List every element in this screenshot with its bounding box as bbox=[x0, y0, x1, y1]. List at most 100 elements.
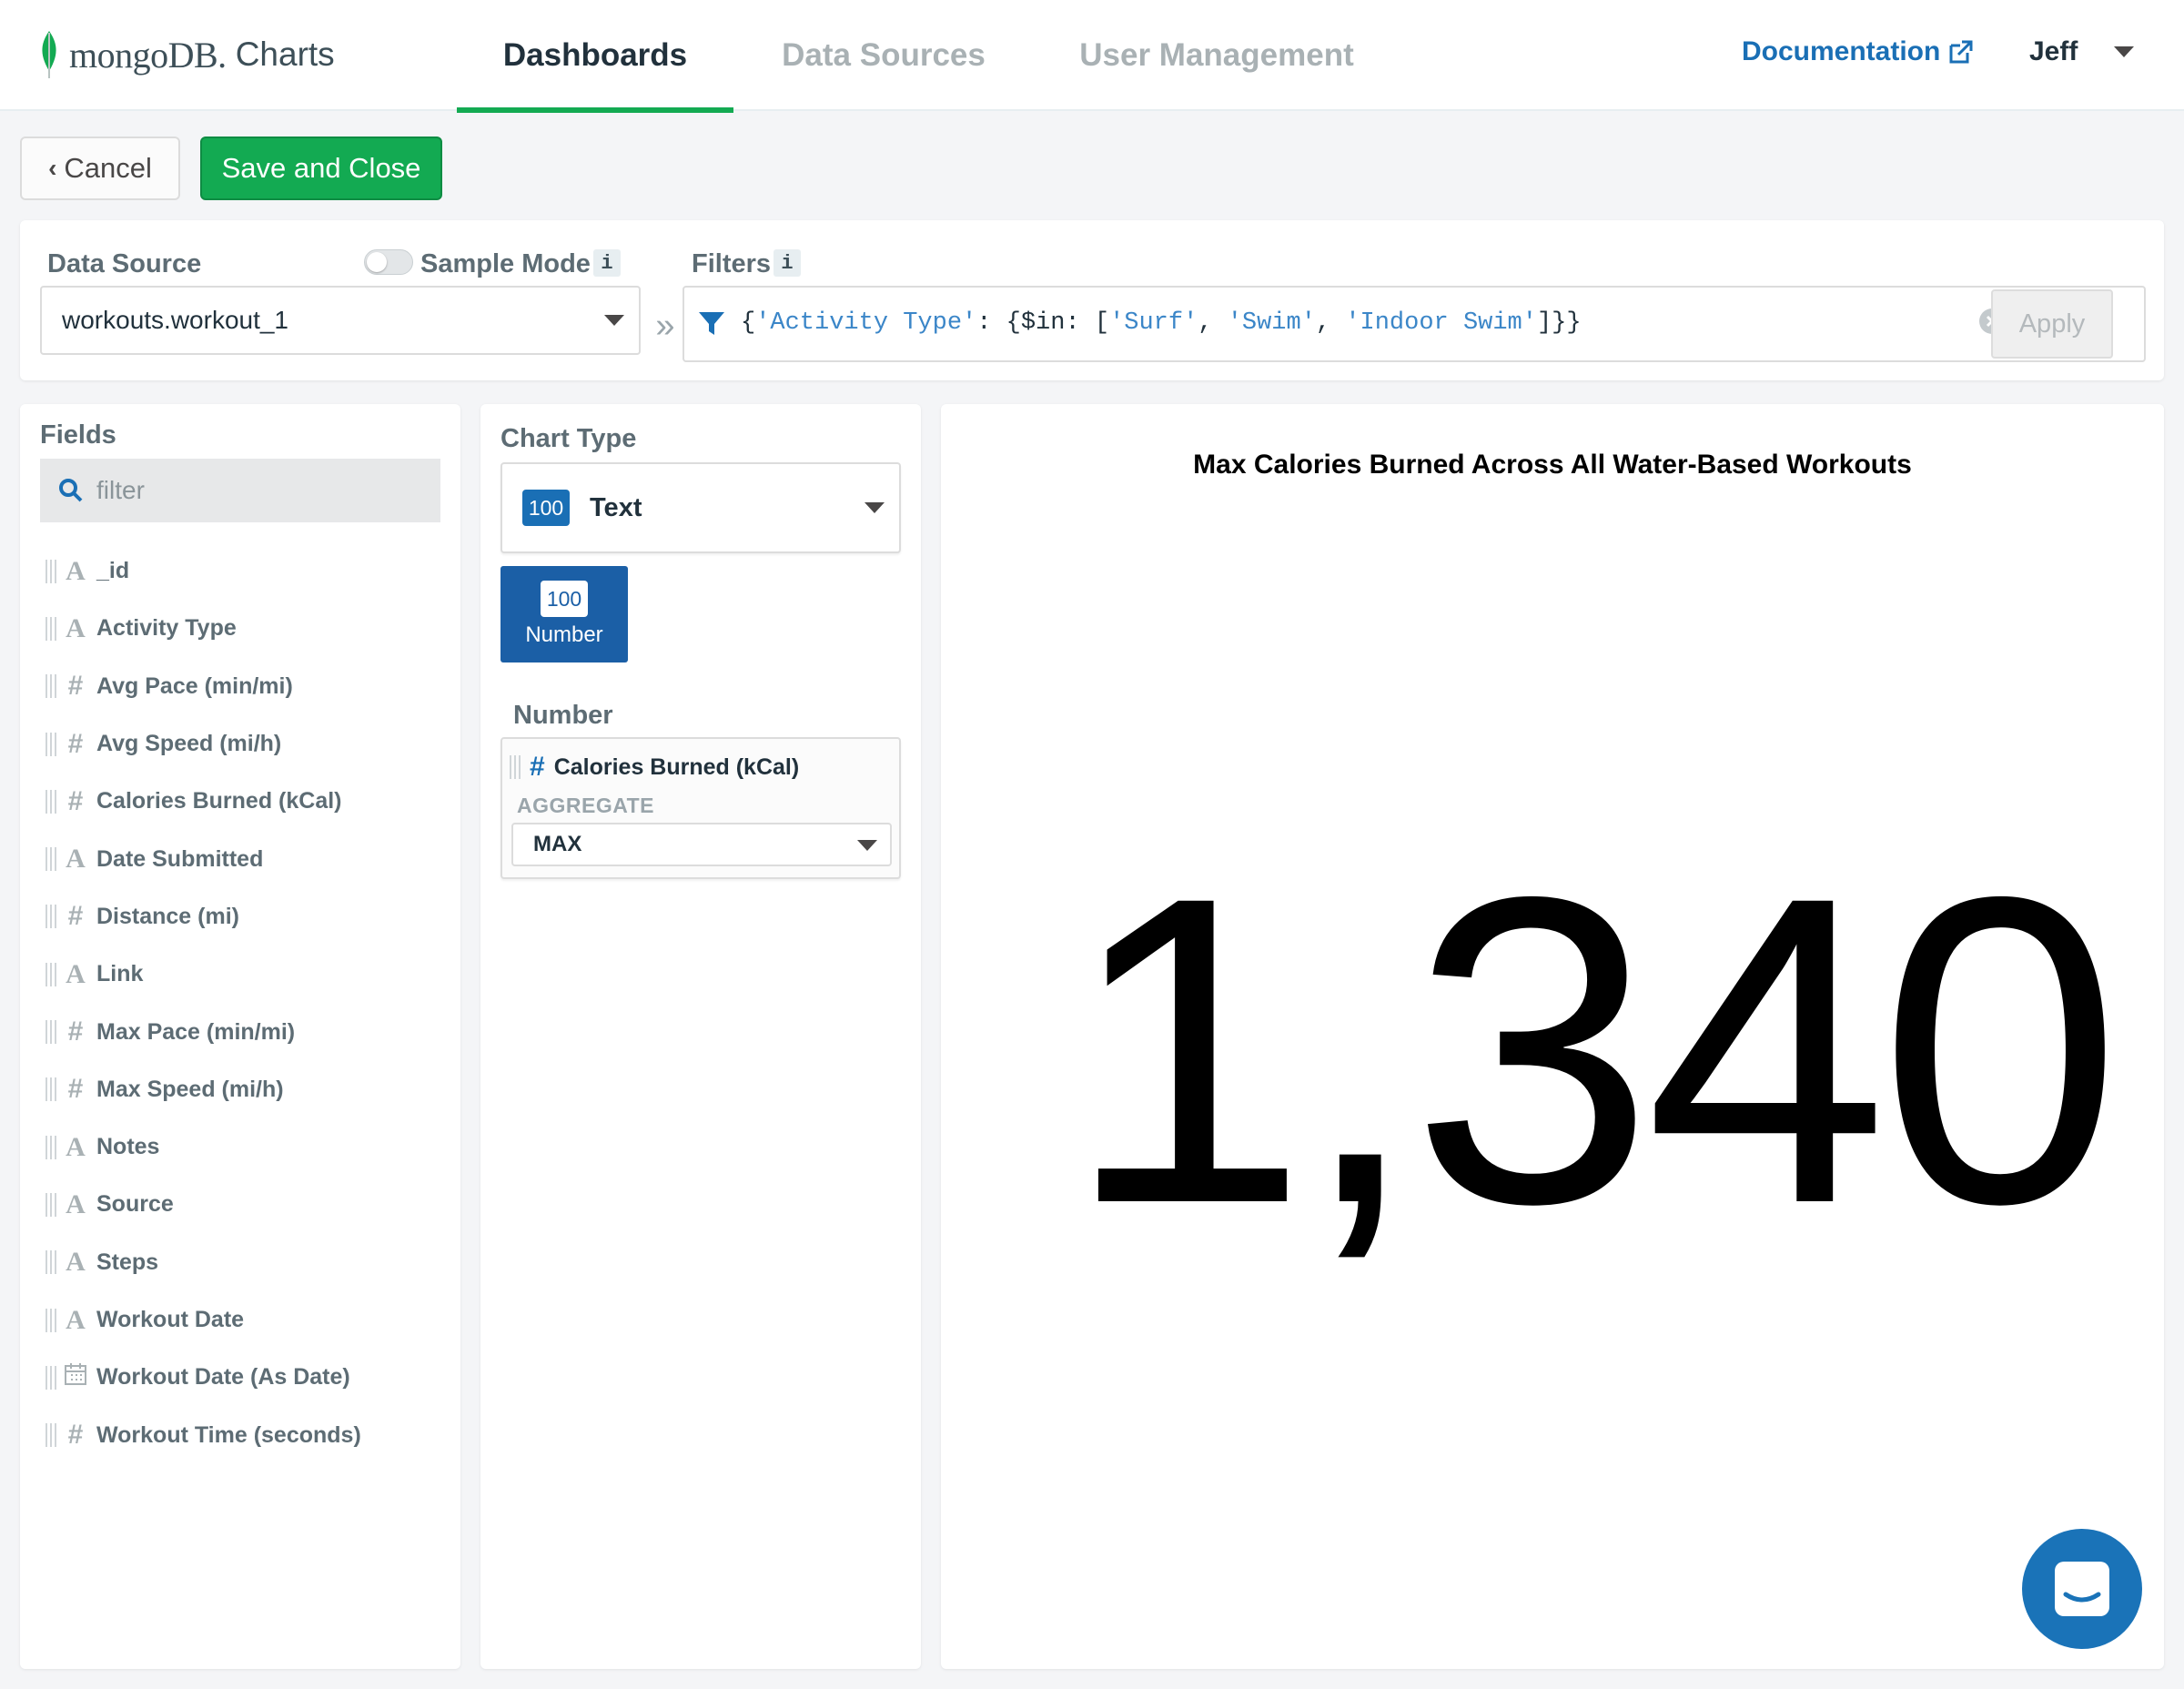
field-label: Avg Speed (mi/h) bbox=[96, 731, 282, 757]
tab-data-sources[interactable]: Data Sources bbox=[761, 0, 1006, 111]
save-label: Save and Close bbox=[221, 152, 421, 184]
data-source-panel: Data Source Sample Mode i workouts.worko… bbox=[20, 220, 2164, 380]
field-item[interactable]: A Link bbox=[46, 946, 446, 1003]
field-item[interactable]: # Workout Time (seconds) bbox=[46, 1406, 446, 1463]
apply-button[interactable]: Apply bbox=[1991, 289, 2113, 359]
string-field-icon: A bbox=[66, 844, 86, 875]
chart-preview: Max Calories Burned Across All Water-Bas… bbox=[941, 404, 2164, 1669]
field-label: Workout Date bbox=[96, 1307, 245, 1332]
field-label: Calories Burned (kCal) bbox=[96, 788, 342, 814]
string-field-icon: A bbox=[66, 555, 86, 586]
drag-handle-icon[interactable] bbox=[46, 559, 56, 583]
field-item[interactable]: # Max Speed (mi/h) bbox=[46, 1061, 446, 1118]
data-source-select[interactable]: workouts.workout_1 bbox=[40, 286, 641, 355]
chat-icon bbox=[2055, 1562, 2109, 1616]
drag-handle-icon[interactable] bbox=[46, 732, 56, 756]
drag-handle-icon[interactable] bbox=[46, 1077, 56, 1102]
filters-info-icon[interactable]: i bbox=[774, 249, 801, 277]
field-item[interactable]: A Source bbox=[46, 1176, 446, 1233]
drag-handle-icon[interactable] bbox=[46, 616, 56, 641]
tab-user-management[interactable]: User Management bbox=[1057, 0, 1376, 111]
calendar-icon bbox=[62, 1362, 89, 1393]
drag-handle-icon[interactable] bbox=[510, 755, 521, 779]
save-and-close-button[interactable]: Save and Close bbox=[200, 137, 442, 200]
field-label: Link bbox=[96, 961, 144, 987]
field-label: Max Pace (min/mi) bbox=[96, 1018, 296, 1045]
chart-type-panel: Chart Type 100 Text 100 Number Number # … bbox=[480, 404, 921, 1669]
documentation-link[interactable]: Documentation bbox=[1742, 36, 1975, 67]
field-item[interactable]: A Date Submitted bbox=[46, 830, 446, 887]
filter-query-input[interactable]: {'Activity Type': {$in: ['Surf', 'Swim',… bbox=[682, 286, 2146, 362]
aggregate-select[interactable]: MAX bbox=[511, 823, 892, 866]
field-item[interactable]: A _id bbox=[46, 542, 446, 600]
field-item[interactable]: # Avg Speed (mi/h) bbox=[46, 715, 446, 773]
number-field-icon: # bbox=[67, 671, 84, 702]
encoding-channel-title: Number bbox=[513, 701, 613, 730]
chat-support-button[interactable] bbox=[2022, 1529, 2142, 1649]
encoding-card[interactable]: # Calories Burned (kCal) AGGREGATE MAX bbox=[500, 737, 901, 879]
field-label: Steps bbox=[96, 1249, 159, 1275]
tab-dashboards[interactable]: Dashboards bbox=[457, 0, 733, 113]
query-operator: : {$in: [ bbox=[976, 309, 1110, 337]
field-search-input[interactable]: filter bbox=[40, 459, 440, 522]
field-item[interactable]: # Calories Burned (kCal) bbox=[46, 773, 446, 830]
tab-label: Data Sources bbox=[782, 37, 986, 73]
cancel-button[interactable]: ‹ Cancel bbox=[20, 137, 180, 200]
field-item[interactable]: # Avg Pace (min/mi) bbox=[46, 658, 446, 715]
sample-mode-label: Sample Mode bbox=[420, 249, 591, 278]
mongodb-charts-logo[interactable]: mongoDB. Charts bbox=[36, 27, 335, 82]
field-item[interactable]: A Workout Date bbox=[46, 1291, 446, 1349]
chart-type-select[interactable]: 100 Text bbox=[500, 462, 901, 553]
sample-mode-info-icon[interactable]: i bbox=[593, 249, 621, 277]
drag-handle-icon[interactable] bbox=[46, 1135, 56, 1159]
tab-label: Dashboards bbox=[502, 37, 688, 73]
field-label: Workout Time (seconds) bbox=[96, 1421, 361, 1448]
drag-handle-icon[interactable] bbox=[46, 1308, 56, 1332]
field-list: A _id A Activity Type # Avg Pace (min/mi) # Avg… bbox=[46, 542, 446, 1464]
drag-handle-icon[interactable] bbox=[46, 1192, 56, 1217]
field-item[interactable]: # Max Pace (min/mi) bbox=[46, 1003, 446, 1060]
drag-handle-icon[interactable] bbox=[46, 1423, 56, 1448]
number-value: 1,340 bbox=[1065, 805, 2121, 1294]
chevron-down-icon bbox=[2114, 46, 2135, 57]
field-label: Avg Pace (min/mi) bbox=[96, 673, 293, 699]
drag-handle-icon[interactable] bbox=[46, 905, 56, 929]
query-value: 'Surf' bbox=[1109, 309, 1198, 337]
number-field-icon: # bbox=[67, 1016, 84, 1047]
query-value: 'Swim' bbox=[1227, 309, 1316, 337]
search-placeholder: filter bbox=[96, 476, 145, 504]
query-field: 'Activity Type' bbox=[755, 309, 977, 337]
field-label: Distance (mi) bbox=[96, 903, 239, 929]
chart-subtype-number[interactable]: 100 Number bbox=[500, 566, 628, 662]
chart-type-value: Text bbox=[590, 492, 642, 522]
field-label: Notes bbox=[96, 1134, 160, 1160]
query-value: 'Indoor Swim' bbox=[1345, 309, 1537, 337]
drag-handle-icon[interactable] bbox=[46, 789, 56, 814]
drag-handle-icon[interactable] bbox=[46, 674, 56, 699]
number-subtype-icon: 100 bbox=[541, 581, 588, 617]
drag-handle-icon[interactable] bbox=[46, 1250, 56, 1275]
query-brace-open: { bbox=[741, 309, 756, 337]
field-item[interactable]: A Steps bbox=[46, 1234, 446, 1291]
string-field-icon: A bbox=[66, 958, 86, 989]
field-item[interactable]: A Activity Type bbox=[46, 600, 446, 657]
drag-handle-icon[interactable] bbox=[46, 962, 56, 986]
drag-handle-icon[interactable] bbox=[46, 1365, 56, 1390]
query-separator: , bbox=[1198, 309, 1228, 337]
drag-handle-icon[interactable] bbox=[46, 847, 56, 872]
chart-title: Max Calories Burned Across All Water-Bas… bbox=[1193, 450, 1912, 480]
sample-mode-toggle[interactable] bbox=[364, 249, 413, 275]
field-item[interactable]: Workout Date (As Date) bbox=[46, 1349, 446, 1406]
field-label: Workout Date (As Date) bbox=[96, 1364, 350, 1391]
encoded-field[interactable]: # Calories Burned (kCal) bbox=[510, 752, 799, 783]
number-field-icon: # bbox=[530, 752, 545, 782]
drag-handle-icon[interactable] bbox=[46, 1020, 56, 1045]
fields-panel: Fields filter A _id A Activity Type # Avg Pac… bbox=[20, 404, 460, 1669]
string-field-icon: A bbox=[66, 612, 86, 643]
encoded-field-label: Calories Burned (kCal) bbox=[553, 753, 800, 780]
field-item[interactable]: # Distance (mi) bbox=[46, 888, 446, 946]
field-item[interactable]: A Notes bbox=[46, 1118, 446, 1176]
user-menu[interactable]: Jeff bbox=[2029, 36, 2135, 67]
field-label: Activity Type bbox=[96, 615, 237, 642]
string-field-icon: A bbox=[66, 1188, 86, 1219]
